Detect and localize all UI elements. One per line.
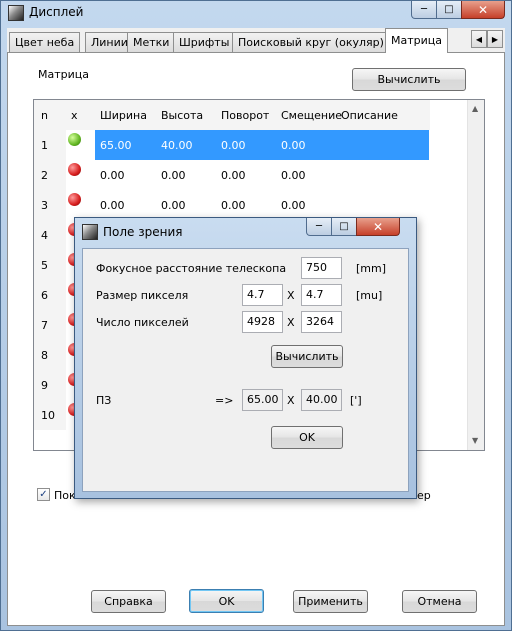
pixel-count-height-input[interactable]: 3264 [301, 311, 342, 333]
fov-unit-label: ['] [350, 394, 362, 407]
status-active-icon[interactable] [68, 133, 81, 146]
scroll-up-icon[interactable]: ▲ [472, 104, 478, 113]
pixel-unit-label: [mu] [356, 289, 383, 302]
cell-n: 2 [41, 169, 48, 182]
dialog-app-icon [82, 224, 98, 240]
cell-width[interactable]: 0.00 [100, 199, 125, 212]
ok-button[interactable]: OK [189, 589, 264, 613]
fov-height-output: 40.00 [301, 389, 342, 411]
tab-scroll-arrows: ◀ ▶ [471, 30, 503, 48]
status-inactive-icon[interactable] [68, 163, 81, 176]
field-of-view-dialog: Поле зрения ─ □ ✕ Фокусное расстояние те… [74, 217, 417, 499]
cell-n: 3 [41, 199, 48, 212]
cell-n: 10 [41, 409, 55, 422]
cell-width[interactable]: 0.00 [100, 169, 125, 182]
dialog-compute-button[interactable]: Вычислить [271, 345, 343, 368]
column-header-height[interactable]: Высота [161, 109, 203, 122]
pixel-size-x-label: X [287, 289, 295, 302]
tab-scroll-right-icon[interactable]: ▶ [487, 30, 503, 48]
pixel-count-x-label: X [287, 316, 295, 329]
fov-width-output: 65.00 [242, 389, 283, 411]
dialog-close-button[interactable]: ✕ [356, 218, 400, 236]
fov-label: ПЗ [96, 394, 112, 407]
cell-offset[interactable]: 0.00 [281, 169, 306, 182]
column-header-x[interactable]: x [71, 109, 78, 122]
show-checkbox[interactable]: ✓ [37, 488, 50, 501]
pixel-height-input[interactable]: 4.7 [301, 284, 342, 306]
tab-fonts[interactable]: Шрифты [173, 32, 236, 52]
column-header-width[interactable]: Ширина [100, 109, 147, 122]
scroll-down-icon[interactable]: ▼ [472, 436, 478, 445]
cancel-button[interactable]: Отмена [402, 590, 477, 613]
cell-n: 7 [41, 319, 48, 332]
apply-button[interactable]: Применить [293, 590, 368, 613]
column-header-n[interactable]: n [41, 109, 48, 122]
tab-scroll-left-icon[interactable]: ◀ [471, 30, 487, 48]
cell-width[interactable]: 65.00 [100, 139, 132, 152]
close-button[interactable]: ✕ [461, 1, 505, 19]
dialog-title: Поле зрения [103, 225, 183, 239]
tab-search-circle[interactable]: Поисковый круг (окуляр) [232, 32, 390, 52]
focal-length-label: Фокусное расстояние телескопа [96, 262, 287, 275]
fov-x-label: X [287, 394, 295, 407]
matrix-label: Матрица [38, 68, 89, 81]
cell-n: 8 [41, 349, 48, 362]
cell-height[interactable]: 0.00 [161, 199, 186, 212]
cell-n: 9 [41, 379, 48, 392]
grid-scrollbar[interactable]: ▲ ▼ [467, 100, 484, 450]
column-header-rotation[interactable]: Поворот [221, 109, 269, 122]
pixel-size-label: Размер пикселя [96, 289, 189, 302]
fov-arrow-label: => [215, 394, 234, 407]
grid-row-numbers [34, 130, 66, 430]
status-inactive-icon[interactable] [68, 193, 81, 206]
dialog-minimize-button[interactable]: ─ [306, 218, 332, 236]
cell-n: 5 [41, 259, 48, 272]
pixel-width-input[interactable]: 4.7 [242, 284, 283, 306]
pixel-count-width-input[interactable]: 4928 [242, 311, 283, 333]
cell-n: 1 [41, 139, 48, 152]
column-header-description[interactable]: Описание [341, 109, 398, 122]
app-icon [8, 5, 24, 21]
cell-height[interactable]: 40.00 [161, 139, 193, 152]
window-title: Дисплей [29, 5, 84, 19]
tab-strip: Цвет неба Линии Метки Шрифты Поисковый к… [7, 28, 505, 53]
cell-height[interactable]: 0.00 [161, 169, 186, 182]
tab-matrix[interactable]: Матрица [385, 28, 448, 53]
focal-unit-label: [mm] [356, 262, 387, 275]
dialog-client: Фокусное расстояние телескопа 750 [mm] Р… [82, 248, 409, 492]
column-header-offset[interactable]: Смещение [281, 109, 342, 122]
cell-n: 4 [41, 229, 48, 242]
title-bar: Дисплей ─ □ ✕ [1, 1, 511, 25]
second-checkbox-label: ер [417, 489, 431, 502]
compute-button[interactable]: Вычислить [352, 68, 466, 91]
dialog-maximize-button[interactable]: □ [331, 218, 357, 236]
cell-n: 6 [41, 289, 48, 302]
maximize-button[interactable]: □ [436, 1, 462, 19]
cell-rotation[interactable]: 0.00 [221, 169, 246, 182]
selected-row-highlight [95, 130, 429, 160]
cell-offset[interactable]: 0.00 [281, 139, 306, 152]
tab-sky-color[interactable]: Цвет неба [9, 32, 81, 52]
tab-labels[interactable]: Метки [127, 32, 176, 52]
show-checkbox-label: Пок [54, 489, 76, 502]
cell-rotation[interactable]: 0.00 [221, 199, 246, 212]
focal-length-input[interactable]: 750 [301, 257, 342, 279]
dialog-ok-button[interactable]: OK [271, 426, 343, 449]
cell-rotation[interactable]: 0.00 [221, 139, 246, 152]
help-button[interactable]: Справка [91, 590, 166, 613]
cell-offset[interactable]: 0.00 [281, 199, 306, 212]
minimize-button[interactable]: ─ [411, 1, 437, 19]
pixel-count-label: Число пикселей [96, 316, 189, 329]
